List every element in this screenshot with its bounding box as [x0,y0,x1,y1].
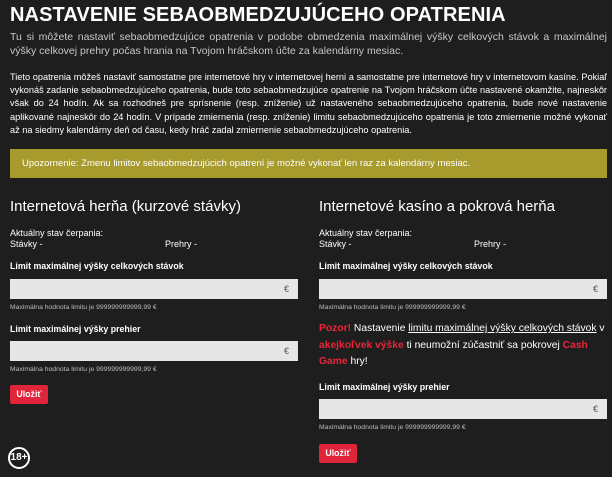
loss-limit-label: Limit maximálnej výšky prehier [319,381,450,392]
current-state-row: Stávky - Prehry - [319,239,609,253]
stakes-limit-hint: Maximálna hodnota limitu je 999999999999… [10,304,157,311]
warning-text: hry! [347,356,368,367]
euro-icon: € [592,403,598,414]
warning-text: ti neumožní zúčastniť sa pokrovej [403,339,563,351]
stakes-limit-hint: Maximálna hodnota limitu je 999999999999… [319,304,466,311]
save-button[interactable]: Uložiť [319,443,357,463]
euro-icon: € [283,346,289,356]
description-text: Tieto opatrenia môžeš nastaviť samostatn… [10,72,607,135]
current-state-row: Stávky - Prehry - [10,239,300,253]
bets-state: Stávky - [10,239,43,249]
stakes-limit-label: Limit maximálnej výšky celkových stávok [319,261,493,271]
loss-limit-input[interactable] [10,341,282,362]
warning-pozor: Pozor! [319,323,352,334]
betting-section-title: Internetová herňa (kurzové stávky) [10,198,241,215]
stakes-limit-label: Limit maximálnej výšky celkových stávok [10,261,184,271]
loss-limit-label: Limit maximálnej výšky prehier [10,324,141,334]
cash-game-warning: Pozor! Nastavenie limitu maximálnej výšk… [319,321,609,371]
stakes-limit-field[interactable]: € [10,279,298,300]
euro-icon: € [592,284,598,294]
loss-limit-input[interactable] [319,399,591,419]
notice-banner: Upozornenie: Zmenu limitov sebaobmedzujú… [10,149,607,178]
page-title: NASTAVENIE SEBAOBMEDZUJÚCEHO OPATRENIA [10,4,506,26]
loss-limit-hint: Maximálna hodnota limitu je 999999999999… [319,423,466,431]
current-state-label: Aktuálny stav čerpania: [319,228,413,238]
save-button[interactable]: Uložiť [10,385,48,404]
stakes-limit-input[interactable] [319,279,591,300]
warning-text: Nastavenie [351,323,409,334]
warning-text: v [596,323,605,334]
casino-section-title: Internetové kasíno a pokrová herňa [319,198,555,215]
loss-limit-field[interactable]: € [10,341,298,362]
current-state-label: Aktuálny stav čerpania: [10,228,104,238]
stakes-limit-field[interactable]: € [319,279,607,300]
betting-section: Internetová herňa (kurzové stávky) Aktuá… [10,198,300,404]
loss-limit-field[interactable]: € [319,398,607,419]
loss-limit-hint: Maximálna hodnota limitu je 999999999999… [10,366,157,373]
intro-text: Tu si môžete nastaviť sebaobmedzujúce op… [10,31,607,57]
losses-state: Prehry - [165,239,198,249]
age-restriction-icon: 18+ [8,447,30,469]
warning-any-amount: akejkoľvek výške [319,339,404,351]
bets-state: Stávky - [319,239,352,249]
stakes-limit-input[interactable] [10,279,282,300]
losses-state: Prehry - [474,239,507,249]
casino-section: Internetové kasíno a pokrová herňa Aktuá… [319,198,609,463]
stakes-limit-link[interactable]: limitu maximálnej výšky celkových stávok [408,323,596,334]
euro-icon: € [283,284,289,294]
